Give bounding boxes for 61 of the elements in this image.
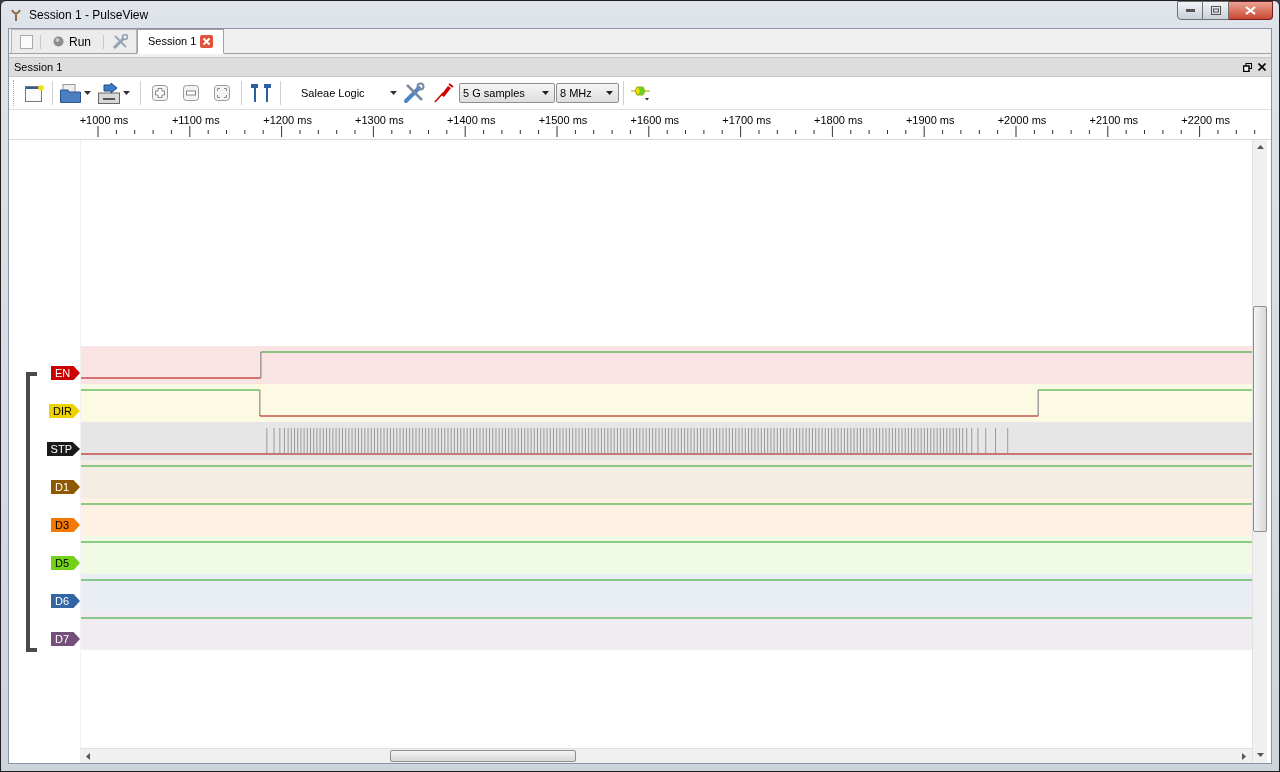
time-label: +1600 ms [630,113,680,128]
float-icon[interactable] [1243,62,1252,72]
maximize-icon [1210,6,1221,15]
tools-icon [403,82,425,104]
time-label: +1400 ms [446,113,496,128]
channel-label[interactable]: DIR [49,404,80,418]
caret-icon [606,91,613,95]
time-label: +1200 ms [263,113,312,128]
arrow-left-icon [86,752,90,760]
circle-icon [53,36,64,47]
maximize-button[interactable] [1203,1,1229,20]
time-label: +1700 ms [722,113,771,128]
minimize-icon [1185,9,1195,12]
time-label: +1100 ms [171,113,220,128]
cursors-icon [250,83,272,103]
minus-icon [183,85,199,101]
plus-icon [152,85,168,101]
time-label: +2000 ms [997,113,1047,128]
time-label: +1300 ms [355,113,404,128]
sample-rate-dropdown[interactable]: 8 MHz [556,83,619,103]
save-icon [98,82,120,104]
blank-page-icon [19,34,33,49]
channel-label[interactable]: D5 [51,556,80,570]
close-icon[interactable] [1258,63,1266,71]
caret-icon [84,91,91,95]
time-label: +1500 ms [538,113,588,128]
arrow-down-icon [1256,753,1264,757]
tools-icon [112,33,128,50]
session-tab[interactable]: Session 1 [137,29,225,54]
dock-title: Session 1 [14,59,63,75]
channel-label[interactable]: EN [51,366,80,380]
minimize-button[interactable] [1177,1,1203,20]
caret-icon [123,91,130,95]
arrow-right-icon [1242,752,1246,760]
channel-label[interactable]: D3 [51,518,80,532]
channel-label[interactable]: STP [46,442,80,456]
decoder-icon [630,85,652,101]
window-title: Session 1 - PulseView [29,6,149,24]
probe-icon [434,83,454,103]
arrow-up-icon [1256,145,1264,149]
time-label: +2200 ms [1181,113,1230,128]
sample-count-dropdown[interactable]: 5 G samples [459,83,555,103]
caret-icon [390,91,397,95]
fit-icon [214,85,230,101]
folder-icon [60,83,81,103]
close-icon [1245,6,1256,15]
window-icon [24,84,44,102]
time-label: +1900 ms [905,113,955,128]
vertical-scrollbar-thumb[interactable] [1253,306,1267,532]
device-dropdown[interactable]: Saleae Logic [295,81,399,105]
channel-label[interactable]: D7 [51,632,80,646]
time-label: +2100 ms [1089,113,1139,128]
channel-label[interactable]: D6 [51,594,80,608]
horizontal-scrollbar-thumb[interactable] [390,750,576,762]
configure-device-button[interactable] [401,80,427,106]
time-label: +1000 ms [79,113,129,128]
app-icon [9,7,23,22]
channel-label[interactable]: D1 [51,480,80,494]
close-button[interactable] [1229,1,1273,20]
time-label: +1800 ms [814,113,863,128]
caret-icon [542,91,549,95]
